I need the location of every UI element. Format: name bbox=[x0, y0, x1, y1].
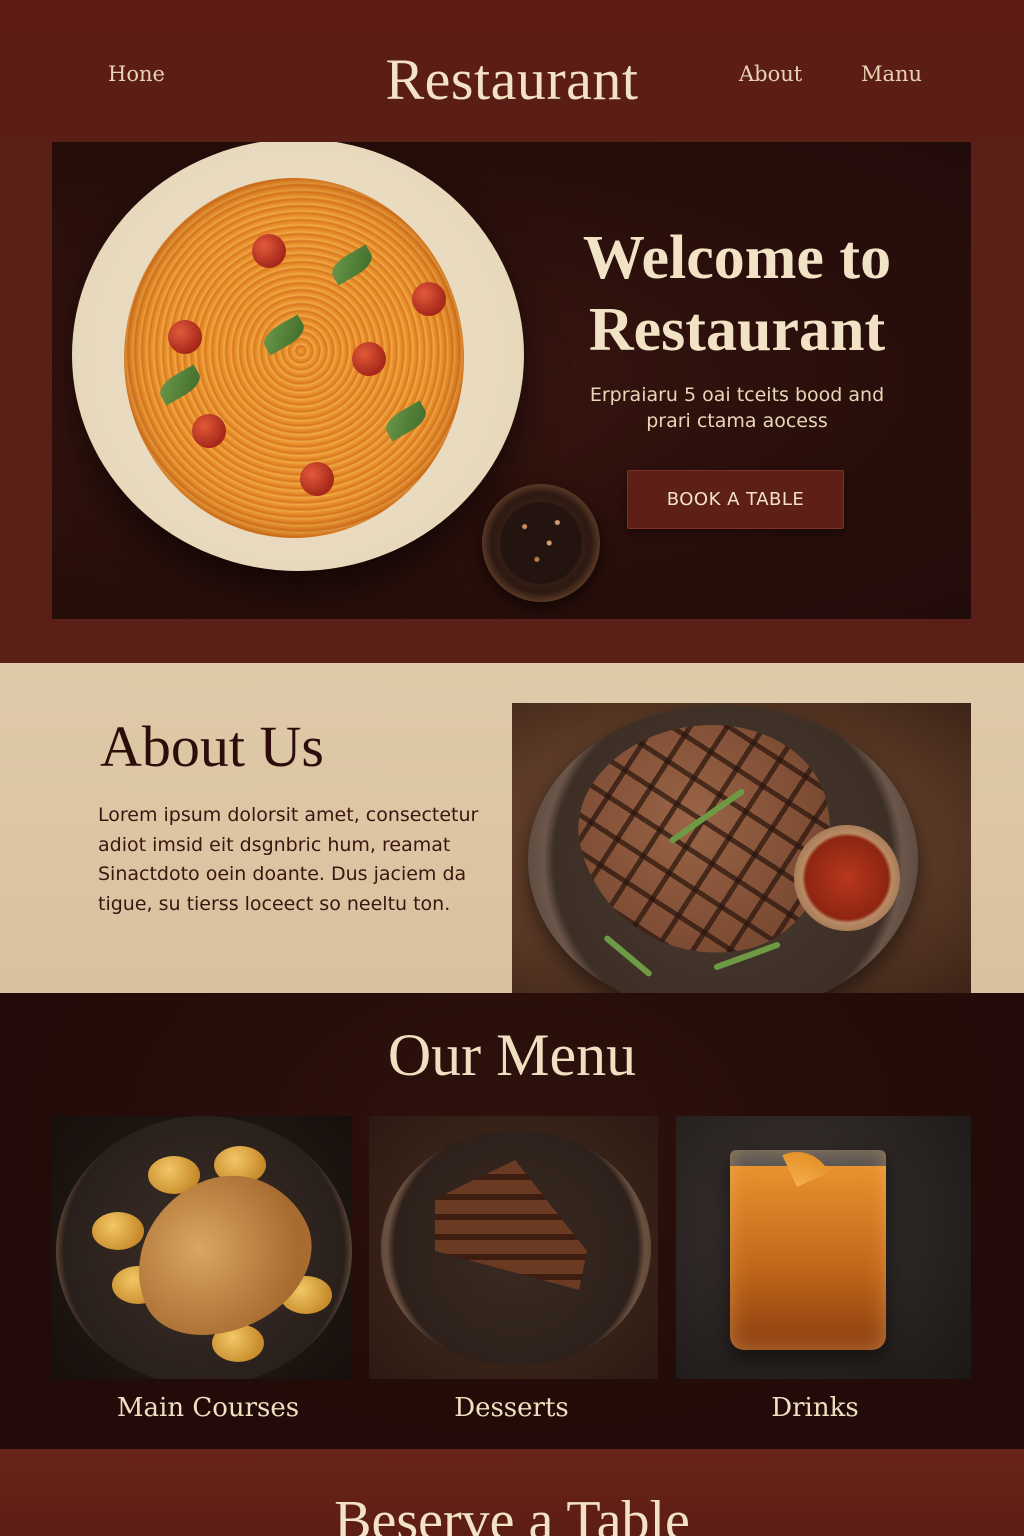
reserve-section: Beserve a Table bbox=[0, 1449, 1024, 1536]
about-section: About Us Lorem ipsum dolorsit amet, cons… bbox=[0, 663, 1024, 993]
hero-title-line-1: Welcome to bbox=[582, 224, 892, 292]
grilled-steak-image bbox=[512, 703, 971, 993]
tomato-garnish bbox=[252, 234, 286, 268]
menu-card-drinks[interactable] bbox=[676, 1116, 971, 1379]
hero-subtitle-line-1: Erpraiaru 5 oai tceits bood and bbox=[589, 384, 885, 406]
about-paragraph: Lorem ipsum dolorsit amet, consectetur a… bbox=[98, 801, 498, 919]
about-line: adiot imsid eit dsgnbric hum, reamat bbox=[98, 833, 451, 856]
hero-subtitle-line-2: prari ctama aocess bbox=[646, 410, 828, 432]
sauce-bowl bbox=[794, 825, 900, 931]
menu-card-main-courses[interactable] bbox=[52, 1116, 352, 1379]
tomato-garnish bbox=[168, 320, 202, 354]
menu-card-desserts[interactable] bbox=[369, 1116, 658, 1379]
reserve-title: Beserve a Table bbox=[334, 1490, 690, 1536]
spice-bowl-image bbox=[482, 484, 600, 602]
hero-section: Welcome to Restaurant Erpraiaru 5 oai tc… bbox=[52, 142, 971, 619]
menu-section: Our Menu Main Courses Desserts Drinks bbox=[0, 993, 1024, 1449]
nav-about-link[interactable]: About bbox=[739, 62, 802, 86]
about-line: Lorem ipsum dolorsit amet, consectetur bbox=[98, 804, 479, 826]
hero-subtitle: Erpraiaru 5 oai tceits bood and prari ct… bbox=[562, 382, 912, 434]
tomato-garnish bbox=[352, 342, 386, 376]
about-line: tigue, su tierss loceect so neeltu ton. bbox=[98, 892, 451, 915]
menu-label-main-courses[interactable]: Main Courses bbox=[52, 1393, 364, 1423]
hero-title: Welcome to Restaurant bbox=[542, 222, 932, 366]
about-line: Sinactdoto oein doante. Dus jaciem da bbox=[98, 863, 467, 885]
tomato-garnish bbox=[300, 462, 334, 496]
tomato-garnish bbox=[192, 414, 226, 448]
spaghetti-pasta bbox=[124, 178, 464, 538]
nav-home-link[interactable]: Hone bbox=[108, 62, 165, 86]
nav-menu-link[interactable]: Manu bbox=[861, 62, 922, 86]
book-a-table-button[interactable]: BOOK A TABLE bbox=[627, 470, 844, 529]
hero-title-line-2: Restaurant bbox=[588, 296, 886, 364]
menu-label-desserts[interactable]: Desserts bbox=[369, 1393, 654, 1423]
tomato-garnish bbox=[412, 282, 446, 316]
menu-title: Our Menu bbox=[387, 1022, 637, 1088]
potato bbox=[92, 1212, 144, 1250]
site-header: Hone Restaurant About Manu bbox=[0, 0, 1024, 142]
about-title: About Us bbox=[100, 714, 324, 779]
menu-label-drinks[interactable]: Drinks bbox=[676, 1393, 954, 1423]
